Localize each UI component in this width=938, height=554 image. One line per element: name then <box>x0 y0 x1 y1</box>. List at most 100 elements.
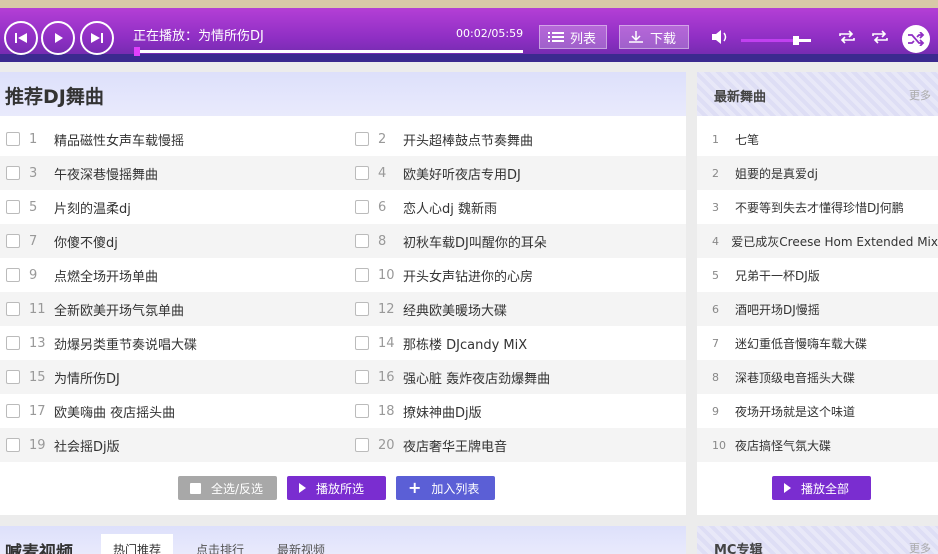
play-all-button[interactable]: 播放全部 <box>772 476 871 500</box>
latest-title-text[interactable]: 爱已成灰Creese Hom Extended Mix <box>731 233 938 250</box>
track-row[interactable]: 12 经典欧美暖场大碟 <box>349 292 686 326</box>
latest-row[interactable]: 9 夜场开场就是这个味道 <box>697 394 938 428</box>
tab-hot-recommend[interactable]: 热门推荐 <box>101 534 174 554</box>
latest-title-text[interactable]: 七笔 <box>735 131 759 148</box>
track-title[interactable]: 经典欧美暖场大碟 <box>403 300 507 319</box>
track-title[interactable]: 点燃全场开场单曲 <box>54 266 158 285</box>
play-button[interactable] <box>41 21 75 55</box>
track-title[interactable]: 强心脏 轰炸夜店劲爆舞曲 <box>403 368 550 387</box>
select-all-button[interactable]: 全选/反选 <box>178 476 277 500</box>
track-row[interactable]: 20 夜店奢华王牌电音 <box>349 428 686 462</box>
track-checkbox[interactable] <box>6 370 20 384</box>
track-title[interactable]: 开头超棒鼓点节奏舞曲 <box>403 130 533 149</box>
latest-row[interactable]: 6 酒吧开场DJ慢摇 <box>697 292 938 326</box>
latest-row[interactable]: 3 不要等到失去才懂得珍惜DJ何鹏 <box>697 190 938 224</box>
track-row[interactable]: 18 撩妹神曲Dj版 <box>349 394 686 428</box>
track-row[interactable]: 11 全新欧美开场气氛单曲 <box>0 292 349 326</box>
track-title[interactable]: 开头女声钻进你的心房 <box>403 266 533 285</box>
latest-title-text[interactable]: 姐要的是真爱dj <box>735 165 818 182</box>
mc-more-link[interactable]: 更多 <box>909 540 931 554</box>
latest-title-text[interactable]: 夜店搞怪气氛大碟 <box>735 437 831 454</box>
track-row[interactable]: 9 点燃全场开场单曲 <box>0 258 349 292</box>
track-checkbox[interactable] <box>6 268 20 282</box>
latest-row[interactable]: 7 迷幻重低音慢嗨车载大碟 <box>697 326 938 360</box>
track-checkbox[interactable] <box>6 166 20 180</box>
track-row[interactable]: 16 强心脏 轰炸夜店劲爆舞曲 <box>349 360 686 394</box>
progress-bar[interactable] <box>134 47 523 56</box>
latest-title-text[interactable]: 迷幻重低音慢嗨车载大碟 <box>735 335 867 352</box>
track-checkbox[interactable] <box>355 200 369 214</box>
latest-row[interactable]: 4 爱已成灰Creese Hom Extended Mix <box>697 224 938 258</box>
play-selected-button[interactable]: 播放所选 <box>287 476 386 500</box>
track-title[interactable]: 你傻不傻dj <box>54 232 118 251</box>
track-title[interactable]: 撩妹神曲Dj版 <box>403 402 482 421</box>
latest-title-text[interactable]: 酒吧开场DJ慢摇 <box>735 301 820 318</box>
volume-button[interactable] <box>709 28 731 46</box>
shuffle-button[interactable] <box>902 25 930 53</box>
track-title[interactable]: 全新欧美开场气氛单曲 <box>54 300 184 319</box>
latest-row[interactable]: 1 七笔 <box>697 122 938 156</box>
track-checkbox[interactable] <box>355 302 369 316</box>
progress-knob[interactable] <box>134 47 140 56</box>
track-checkbox[interactable] <box>355 268 369 282</box>
track-title[interactable]: 片刻的温柔dj <box>54 198 131 217</box>
track-row[interactable]: 3 午夜深巷慢摇舞曲 <box>0 156 349 190</box>
track-row[interactable]: 5 片刻的温柔dj <box>0 190 349 224</box>
latest-row[interactable]: 2 姐要的是真爱dj <box>697 156 938 190</box>
track-title[interactable]: 欧美好听夜店专用DJ <box>403 164 521 183</box>
track-title[interactable]: 精品磁性女声车载慢摇 <box>54 130 184 149</box>
track-checkbox[interactable] <box>6 132 20 146</box>
track-title[interactable]: 劲爆另类重节奏说唱大碟 <box>54 334 197 353</box>
order-button[interactable] <box>869 28 891 46</box>
playlist-button[interactable]: 列表 <box>539 25 607 49</box>
track-row[interactable]: 17 欧美嗨曲 夜店摇头曲 <box>0 394 349 428</box>
track-checkbox[interactable] <box>355 370 369 384</box>
latest-title-text[interactable]: 不要等到失去才懂得珍惜DJ何鹏 <box>735 199 904 216</box>
track-row[interactable]: 19 社会摇Dj版 <box>0 428 349 462</box>
track-checkbox[interactable] <box>6 302 20 316</box>
latest-row[interactable]: 10 夜店搞怪气氛大碟 <box>697 428 938 462</box>
track-checkbox[interactable] <box>355 166 369 180</box>
previous-button[interactable] <box>4 21 38 55</box>
track-title[interactable]: 社会摇Dj版 <box>54 436 120 455</box>
track-row[interactable]: 1 精品磁性女声车载慢摇 <box>0 122 349 156</box>
track-row[interactable]: 6 恋人心dj 魏新雨 <box>349 190 686 224</box>
tab-latest-video[interactable]: 最新视频 <box>265 534 337 554</box>
track-title[interactable]: 那栋楼 DJcandy MiX <box>403 334 527 353</box>
track-checkbox[interactable] <box>355 234 369 248</box>
tab-click-ranking[interactable]: 点击排行 <box>184 534 256 554</box>
track-title[interactable]: 为情所伤DJ <box>54 368 120 387</box>
volume-knob[interactable] <box>792 36 799 45</box>
latest-title-text[interactable]: 深巷顶级电音摇头大碟 <box>735 369 855 386</box>
track-row[interactable]: 15 为情所伤DJ <box>0 360 349 394</box>
track-row[interactable]: 4 欧美好听夜店专用DJ <box>349 156 686 190</box>
track-title[interactable]: 欧美嗨曲 夜店摇头曲 <box>54 402 175 421</box>
track-checkbox[interactable] <box>355 336 369 350</box>
latest-title-text[interactable]: 夜场开场就是这个味道 <box>735 403 855 420</box>
track-title[interactable]: 恋人心dj 魏新雨 <box>403 198 497 217</box>
next-button[interactable] <box>80 21 114 55</box>
track-checkbox[interactable] <box>6 200 20 214</box>
latest-row[interactable]: 8 深巷顶级电音摇头大碟 <box>697 360 938 394</box>
loop-button[interactable] <box>836 28 858 46</box>
track-checkbox[interactable] <box>355 132 369 146</box>
track-row[interactable]: 14 那栋楼 DJcandy MiX <box>349 326 686 360</box>
track-checkbox[interactable] <box>355 404 369 418</box>
track-row[interactable]: 10 开头女声钻进你的心房 <box>349 258 686 292</box>
track-row[interactable]: 2 开头超棒鼓点节奏舞曲 <box>349 122 686 156</box>
latest-row[interactable]: 5 兄弟干一杯DJ版 <box>697 258 938 292</box>
track-checkbox[interactable] <box>6 404 20 418</box>
download-button[interactable]: 下载 <box>619 25 689 49</box>
latest-more-link[interactable]: 更多 <box>909 87 931 103</box>
track-row[interactable]: 13 劲爆另类重节奏说唱大碟 <box>0 326 349 360</box>
track-row[interactable]: 8 初秋车载DJ叫醒你的耳朵 <box>349 224 686 258</box>
track-checkbox[interactable] <box>355 438 369 452</box>
track-row[interactable]: 7 你傻不傻dj <box>0 224 349 258</box>
track-title[interactable]: 夜店奢华王牌电音 <box>403 436 507 455</box>
track-title[interactable]: 午夜深巷慢摇舞曲 <box>54 164 158 183</box>
add-to-list-button[interactable]: + 加入列表 <box>396 476 495 500</box>
track-checkbox[interactable] <box>6 438 20 452</box>
track-title[interactable]: 初秋车载DJ叫醒你的耳朵 <box>403 232 547 251</box>
volume-slider[interactable] <box>741 36 811 45</box>
track-checkbox[interactable] <box>6 234 20 248</box>
